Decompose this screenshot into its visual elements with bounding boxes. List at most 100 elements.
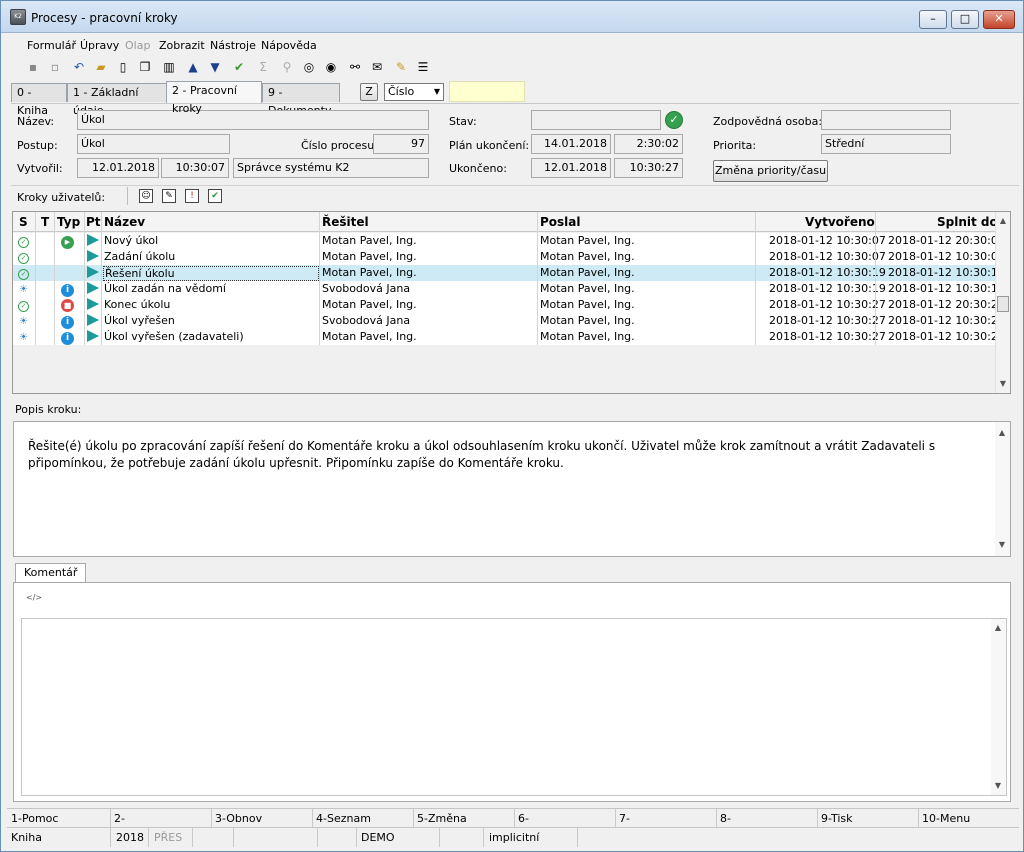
fkey-8[interactable]: 8- xyxy=(720,812,731,825)
table-row[interactable]: ☀ i Úkol vyřešen Svobodová Jana Motan Pa… xyxy=(13,313,1005,329)
description-box[interactable]: Řešite(é) úkolu po zpracování zapíší řeš… xyxy=(13,421,1011,557)
cell-vytvoreno: 2018-01-12 10:30:27 xyxy=(769,298,886,311)
zodpovedna-osoba-field[interactable] xyxy=(821,110,951,130)
col-resitel-header[interactable]: Řešitel xyxy=(322,215,369,229)
zmena-priority-button[interactable]: Změna priority/času xyxy=(713,160,828,182)
col-t-header[interactable]: T xyxy=(41,215,49,229)
save-icon[interactable]: ▪ xyxy=(25,59,41,75)
cislo-procesu-field[interactable]: 97 xyxy=(373,134,429,154)
find-replace-icon[interactable]: ⚯ xyxy=(347,59,363,75)
description-scrollbar[interactable]: ▲ ▼ xyxy=(995,422,1010,556)
cell-nazev: Úkol vyřešen (zadavateli) xyxy=(104,330,244,343)
fkey-10[interactable]: 10-Menu xyxy=(922,812,970,825)
menu-formular[interactable]: Formulář xyxy=(27,39,76,52)
zodpovedna-osoba-label: Zodpovědná osoba: xyxy=(713,115,823,128)
fkey-6[interactable]: 6- xyxy=(518,812,529,825)
vytvoril-date-field[interactable]: 12.01.2018 xyxy=(77,158,159,178)
menu-zobrazit[interactable]: Zobrazit xyxy=(159,39,205,52)
copy-icon[interactable]: ❐ xyxy=(137,59,153,75)
scroll-down-arrow-icon[interactable]: ▼ xyxy=(995,538,1009,552)
col-s-header[interactable]: S xyxy=(19,215,28,229)
plan-date-field[interactable]: 14.01.2018 xyxy=(531,134,611,154)
scroll-up-arrow-icon[interactable]: ▲ xyxy=(996,214,1010,228)
fkey-3[interactable]: 3-Obnov xyxy=(215,812,262,825)
fkey-7[interactable]: 7- xyxy=(619,812,630,825)
vytvoril-user-field[interactable]: Správce systému K2 xyxy=(233,158,429,178)
fkey-9[interactable]: 9-Tisk xyxy=(821,812,853,825)
scroll-up-arrow-icon[interactable]: ▲ xyxy=(991,621,1005,635)
vytvoril-time-field[interactable]: 10:30:07 xyxy=(161,158,229,178)
scroll-down-arrow-icon[interactable]: ▼ xyxy=(991,779,1005,793)
comment-scrollbar[interactable]: ▲ ▼ xyxy=(991,619,1006,795)
sum-icon[interactable]: Σ xyxy=(255,59,271,75)
quick-search-input[interactable] xyxy=(449,81,525,102)
tab-komentar[interactable]: Komentář xyxy=(15,563,87,583)
menu-nastroje[interactable]: Nástroje xyxy=(210,39,256,52)
fkey-5[interactable]: 5-Změna xyxy=(417,812,467,825)
scroll-thumb[interactable] xyxy=(997,296,1009,312)
fkey-2[interactable]: 2- xyxy=(114,812,125,825)
col-nazev-header[interactable]: Název xyxy=(104,215,145,229)
html-edit-icon[interactable]: </> xyxy=(26,593,42,602)
new-document-icon[interactable]: ▯ xyxy=(115,59,131,75)
steps-toolbar: Kroky uživatelů: ☺ ✎ ! ✔ xyxy=(11,187,1019,207)
sort-select[interactable]: Číslo ▼ xyxy=(384,83,444,101)
col-typ-header[interactable]: Typ xyxy=(57,215,80,229)
col-pt-header[interactable]: Pt xyxy=(86,215,101,229)
minimize-button[interactable]: – xyxy=(919,10,947,29)
tab-pracovni-kroky[interactable]: 2 - Pracovní kroky xyxy=(166,81,262,115)
table-scrollbar[interactable]: ▲ ▼ xyxy=(995,212,1010,393)
table-row[interactable]: ✓ Zadání úkolu Motan Pavel, Ing. Motan P… xyxy=(13,249,1005,265)
fkey-4[interactable]: 4-Seznam xyxy=(316,812,371,825)
col-vytvoreno-header[interactable]: Vytvořeno xyxy=(805,215,875,229)
menu-upravy[interactable]: Úpravy xyxy=(80,39,119,52)
z-button[interactable]: Z xyxy=(360,83,378,101)
title-bar[interactable]: K2 Procesy - pracovní kroky – □ ✕ xyxy=(1,1,1023,33)
filter-icon[interactable]: ⚲ xyxy=(279,59,295,75)
maximize-button[interactable]: □ xyxy=(951,10,979,29)
edit-step-icon[interactable]: ✎ xyxy=(162,189,176,203)
scroll-up-arrow-icon[interactable]: ▲ xyxy=(995,426,1009,440)
ukonceno-date-field[interactable]: 12.01.2018 xyxy=(531,158,611,178)
tab-kniha[interactable]: 0 - Kniha xyxy=(11,83,67,117)
close-button[interactable]: ✕ xyxy=(983,10,1015,29)
open-folder-icon[interactable]: ▰ xyxy=(93,59,109,75)
menu-olap[interactable]: Olap xyxy=(125,39,150,52)
table-row-selected[interactable]: ✓ Řešení úkolu Motan Pavel, Ing. Motan P… xyxy=(13,265,1005,281)
tab-dokumenty[interactable]: 9 - Dokumenty xyxy=(262,83,340,117)
scroll-down-arrow-icon[interactable]: ▼ xyxy=(996,377,1010,391)
save-all-icon[interactable]: ▫ xyxy=(47,59,63,75)
arrow-up-icon[interactable]: ▲ xyxy=(185,59,201,75)
edit-note-icon[interactable]: ✎ xyxy=(393,59,409,75)
cell-nazev: Zadání úkolu xyxy=(104,250,176,263)
menu-list-icon[interactable]: ☰ xyxy=(415,59,431,75)
mail-icon[interactable]: ✉ xyxy=(369,59,385,75)
plan-time-field[interactable]: 2:30:02 xyxy=(614,134,683,154)
nazev-field[interactable]: Úkol xyxy=(77,110,429,130)
priorita-field[interactable]: Střední xyxy=(821,134,951,154)
ukonceno-time-field[interactable]: 10:30:27 xyxy=(614,158,683,178)
confirm-step-icon[interactable]: ✔ xyxy=(208,189,222,203)
alert-step-icon[interactable]: ! xyxy=(185,189,199,203)
table-row[interactable]: ✓ ■ Konec úkolu Motan Pavel, Ing. Motan … xyxy=(13,297,1005,313)
col-splnit-header[interactable]: Splnit do xyxy=(937,215,998,229)
undo-icon[interactable]: ↶ xyxy=(71,59,87,75)
arrow-down-icon[interactable]: ▼ xyxy=(207,59,223,75)
tab-zakladni-udaje[interactable]: 1 - Základní údaje xyxy=(67,83,167,117)
postup-field[interactable]: Úkol xyxy=(77,134,230,154)
table-row[interactable]: ☀ i Úkol zadán na vědomí Svobodová Jana … xyxy=(13,281,1005,297)
status-demo: DEMO xyxy=(361,831,395,844)
menu-napoveda[interactable]: Nápověda xyxy=(261,39,317,52)
user-step-icon[interactable]: ☺ xyxy=(139,189,153,203)
find-next-icon[interactable]: ◉ xyxy=(323,59,339,75)
comment-textarea[interactable]: ▲ ▼ xyxy=(21,618,1007,796)
check-list-icon[interactable]: ✔ xyxy=(231,59,247,75)
fkey-1[interactable]: 1-Pomoc xyxy=(11,812,58,825)
stav-field[interactable] xyxy=(531,110,661,130)
table-row[interactable]: ☀ i Úkol vyřešen (zadavateli) Motan Pave… xyxy=(13,329,1005,345)
binoculars-icon[interactable]: ◎ xyxy=(301,59,317,75)
table-row[interactable]: ✓ ▶ Nový úkol Motan Pavel, Ing. Motan Pa… xyxy=(13,233,1005,249)
column-divider xyxy=(54,212,55,345)
book-icon[interactable]: ▥ xyxy=(161,59,177,75)
col-poslal-header[interactable]: Poslal xyxy=(540,215,581,229)
